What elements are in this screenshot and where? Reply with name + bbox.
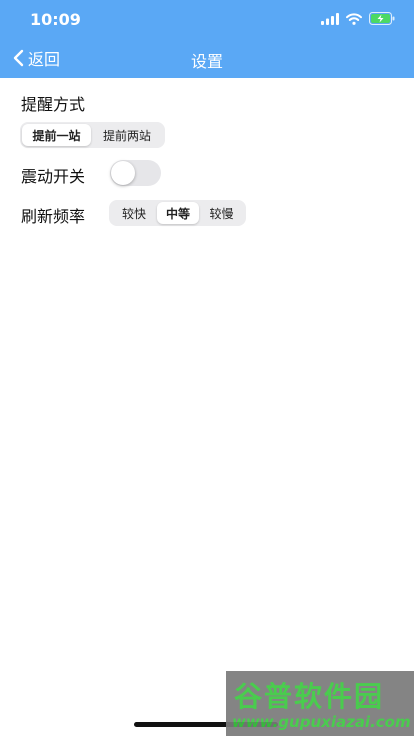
nav-header: 10:09 返回 设置: [0, 0, 414, 78]
refresh-segmented-control: 较快 中等 较慢: [109, 200, 246, 226]
wifi-icon: [346, 12, 362, 25]
reminder-label: 提醒方式: [21, 95, 86, 114]
toggle-knob: [111, 161, 135, 185]
reminder-option-two-stops[interactable]: 提前两站: [91, 124, 163, 146]
battery-charging-icon: [369, 12, 395, 25]
watermark: 谷普软件园 www.gupuxiazai.com: [226, 671, 414, 736]
signal-icon: [321, 12, 339, 25]
watermark-title: 谷普软件园: [234, 680, 385, 713]
vibration-label: 震动开关: [21, 167, 86, 186]
refresh-option-slow[interactable]: 较慢: [199, 202, 244, 224]
status-time: 10:09: [30, 10, 81, 29]
page-title: 设置: [190, 52, 223, 71]
refresh-label: 刷新频率: [21, 207, 86, 226]
watermark-url: www.gupuxiazai.com: [232, 713, 411, 731]
reminder-option-one-stop[interactable]: 提前一站: [22, 124, 91, 146]
refresh-option-fast[interactable]: 较快: [111, 202, 157, 224]
vibration-toggle[interactable]: [110, 160, 161, 186]
refresh-option-medium[interactable]: 中等: [157, 202, 199, 224]
reminder-segmented-control: 提前一站 提前两站: [20, 122, 165, 148]
status-icons: [321, 12, 396, 25]
